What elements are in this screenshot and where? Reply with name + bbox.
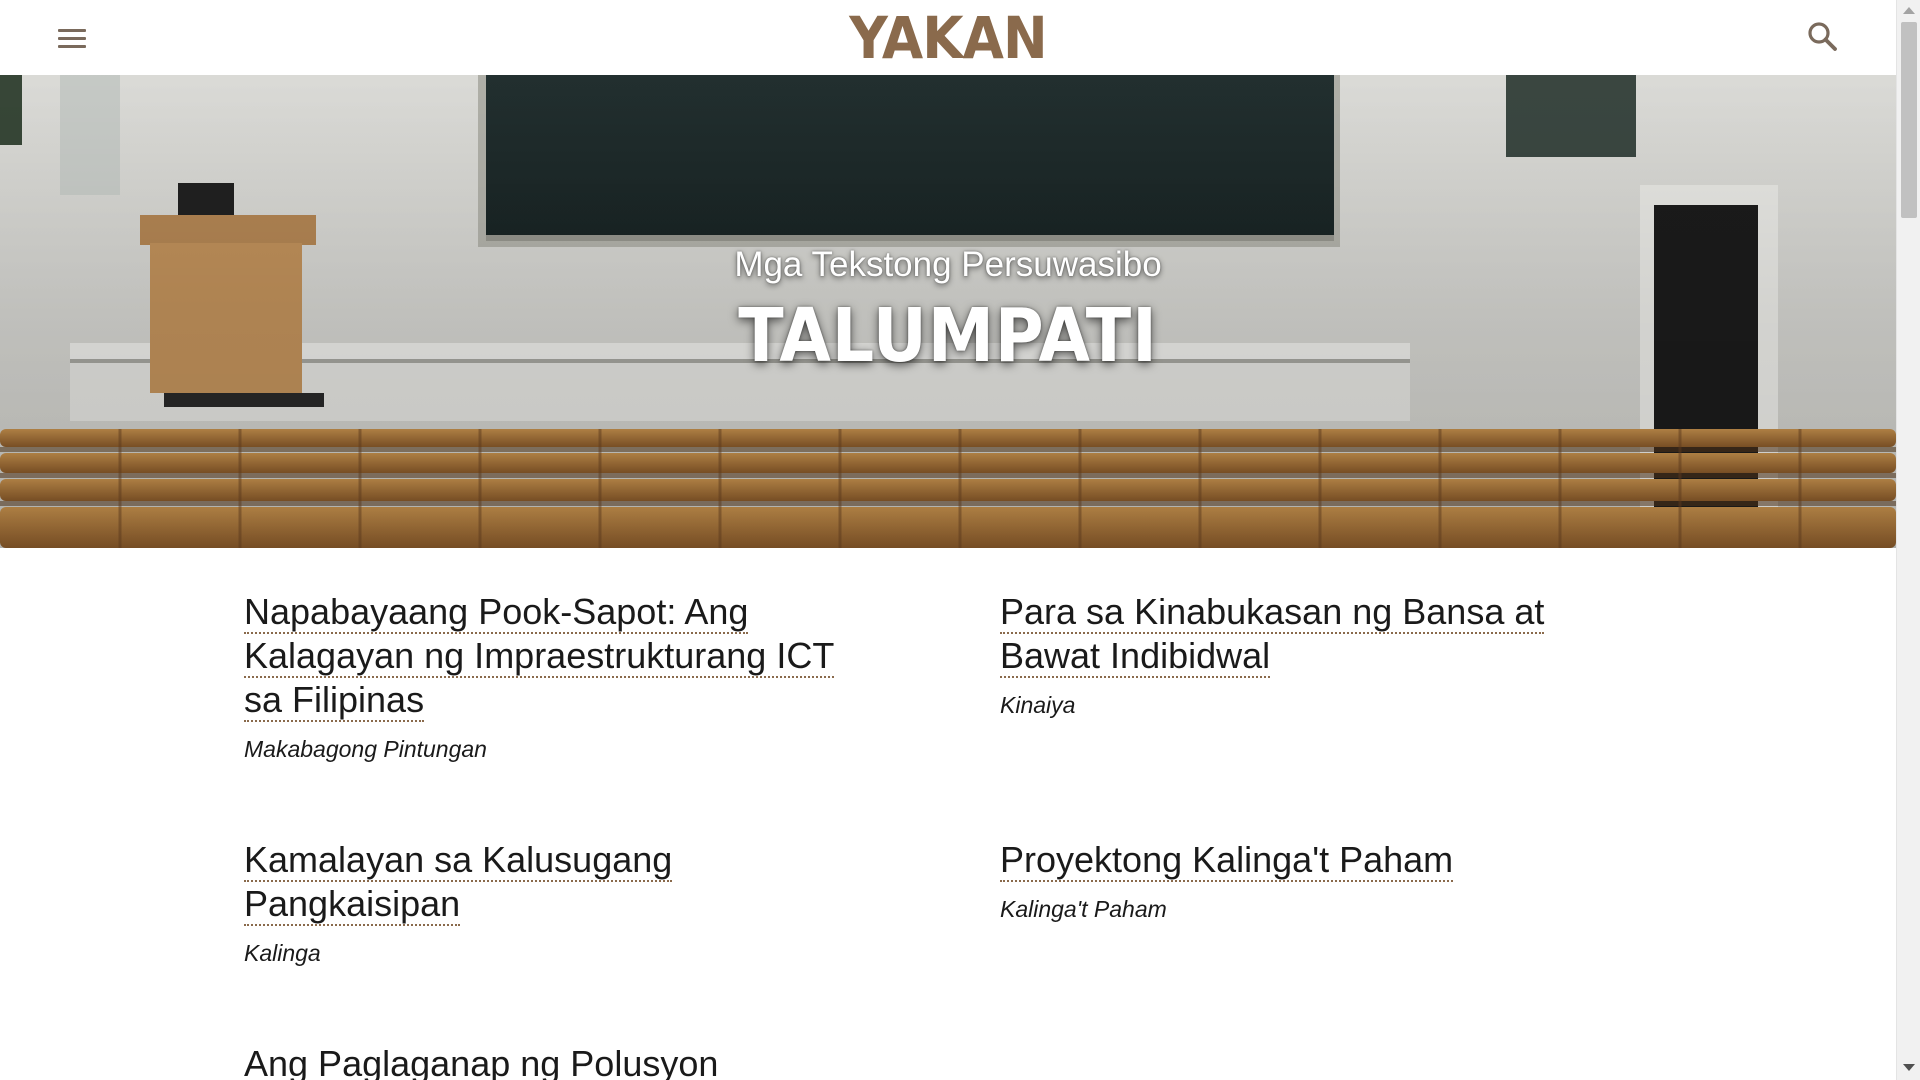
hero-text: Mga Tekstong Persuwasibo TALUMPATI [0, 75, 1896, 548]
article-title-link[interactable]: Proyektong Kalinga't Paham [1000, 839, 1454, 882]
article-category: Makabagong Pintungan [244, 736, 487, 762]
article-item: Proyektong Kalinga't Paham Kalinga't Pah… [1000, 838, 1600, 924]
site-logo[interactable]: YAKAN [76, 6, 1820, 70]
search-icon [1808, 22, 1837, 51]
scroll-down-arrow-icon[interactable] [1903, 1064, 1915, 1071]
site-header: YAKAN [0, 0, 1896, 75]
scroll-thumb[interactable] [1901, 22, 1917, 218]
hero-banner: Mga Tekstong Persuwasibo TALUMPATI [0, 75, 1896, 548]
hero-subtitle: Mga Tekstong Persuwasibo [734, 245, 1162, 284]
article-item: Ang Paglaganap ng Polusyon [244, 1042, 864, 1080]
article-category: Kalinga't Paham [1000, 896, 1167, 922]
article-title-link[interactable]: Para sa Kinabukasan ng Bansa at Bawat In… [1000, 591, 1545, 678]
article-title-link[interactable]: Ang Paglaganap ng Polusyon [244, 1043, 719, 1080]
article-category: Kalinga [244, 940, 321, 966]
article-title-link[interactable]: Kamalayan sa Kalusugang Pangkaisipan [244, 839, 673, 926]
page: YAKAN Mga Tekstong Persuwasibo TALUMPATI… [0, 0, 1920, 1080]
page-scrollbar[interactable] [1896, 0, 1920, 1080]
search-button[interactable] [1804, 18, 1842, 56]
scroll-up-arrow-icon[interactable] [1903, 7, 1915, 14]
article-item: Kamalayan sa Kalusugang Pangkaisipan Kal… [244, 838, 864, 968]
article-title-link[interactable]: Napabayaang Pook-Sapot: Ang Kalagayan ng… [244, 591, 835, 722]
hero-title: TALUMPATI [738, 293, 1158, 379]
article-item: Para sa Kinabukasan ng Bansa at Bawat In… [1000, 590, 1600, 720]
article-category: Kinaiya [1000, 692, 1076, 718]
article-item: Napabayaang Pook-Sapot: Ang Kalagayan ng… [244, 590, 864, 764]
